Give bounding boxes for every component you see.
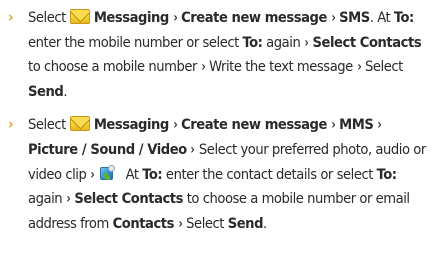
menu-create-new-message: Create new message: [181, 9, 327, 26]
instructions-page: › Select Messaging › Create new message ›…: [0, 0, 432, 273]
arrow: ›: [377, 117, 382, 134]
menu-messaging: Messaging: [93, 116, 170, 134]
text: to choose a mobile number: [28, 58, 201, 76]
field-to: To:: [376, 165, 397, 183]
arrow: ›: [173, 10, 177, 26]
arrow: ›: [90, 166, 95, 183]
arrow: ›: [190, 141, 195, 158]
option-select-contacts: Select Contacts: [312, 33, 422, 51]
arrow: ›: [201, 59, 205, 76]
text: . At: [369, 9, 394, 26]
arrow: ›: [66, 191, 71, 208]
menu-messaging: Messaging: [93, 9, 170, 26]
option-send: Send: [28, 82, 64, 100]
contacts-label: Contacts: [112, 214, 175, 232]
envelope-icon: [69, 116, 90, 132]
text: again: [262, 33, 305, 51]
text: again: [28, 190, 66, 208]
menu-picture-sound-video: Picture / Sound / Video: [28, 140, 187, 158]
text: Write the text message: [205, 58, 357, 76]
arrow: ›: [173, 117, 177, 134]
media-gallery-icon: [99, 164, 115, 182]
option-select-contacts: Select Contacts: [74, 190, 184, 208]
menu-sms: SMS: [339, 9, 370, 26]
envelope-icon: [69, 9, 90, 24]
step-sms: › Select Messaging › Create new message ›…: [6, 6, 426, 103]
menu-create-new-message: Create new message: [181, 116, 327, 134]
arrow: ›: [357, 59, 361, 76]
text: enter the contact details or select: [162, 165, 377, 183]
text: At: [121, 165, 143, 183]
step-bullet: ›: [8, 8, 14, 26]
text: enter the mobile number or select: [28, 33, 243, 51]
field-to: To:: [142, 165, 163, 183]
arrow: ›: [331, 117, 335, 134]
step-bullet: ›: [8, 115, 14, 134]
text: Select: [186, 214, 228, 232]
field-to: To:: [393, 9, 414, 26]
option-send: Send: [227, 214, 264, 232]
step-mms: › Select Messaging › Create new message ›…: [6, 113, 426, 236]
arrow: ›: [304, 34, 309, 51]
arrow: ›: [178, 215, 182, 232]
text: .: [63, 82, 68, 100]
field-to: To:: [242, 33, 263, 51]
text: Select: [28, 9, 66, 26]
text: Select: [365, 58, 403, 76]
text: .: [263, 214, 267, 232]
text: Select: [28, 116, 66, 134]
arrow: ›: [331, 10, 335, 26]
menu-mms: MMS: [339, 116, 374, 134]
